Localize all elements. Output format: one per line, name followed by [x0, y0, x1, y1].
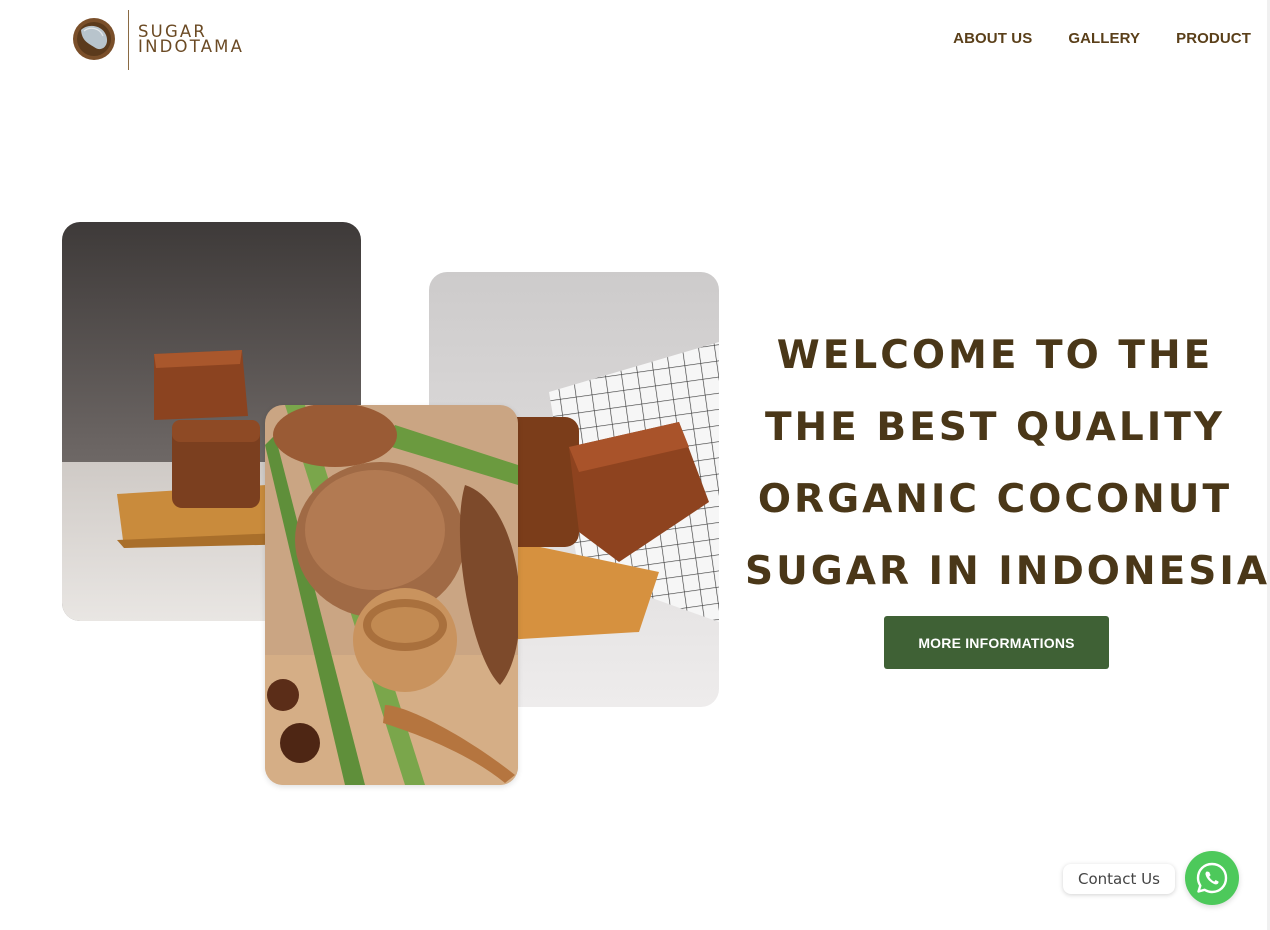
hero-line-4: SUGAR IN INDONESIA [745, 549, 1270, 594]
nav-gallery[interactable]: GALLERY [1068, 30, 1140, 47]
hero-heading: WELCOME TO THE THE BEST QUALITY ORGANIC … [745, 320, 1270, 608]
more-informations-button[interactable]: MORE INFORMATIONS [884, 616, 1109, 669]
brand-divider [128, 10, 129, 70]
brand-line-2: INDOTAMA [138, 37, 245, 56]
whatsapp-button[interactable] [1185, 851, 1239, 905]
main-nav: ABOUT US GALLERY PRODUCT [953, 30, 1251, 47]
nav-product[interactable]: PRODUCT [1176, 30, 1251, 47]
whatsapp-icon [1196, 862, 1228, 894]
hero-line-1: WELCOME TO THE [776, 333, 1214, 378]
hero-line-2: THE BEST QUALITY [764, 405, 1226, 450]
brand-logo[interactable]: SUGAR INDOTAMA [72, 10, 242, 70]
brand-wordmark: SUGAR INDOTAMA [138, 23, 245, 56]
contact-us-label[interactable]: Contact Us [1063, 864, 1175, 894]
nav-about-us[interactable]: ABOUT US [953, 30, 1032, 47]
hero-line-3: ORGANIC COCONUT [757, 477, 1233, 522]
coconut-half-icon [73, 18, 115, 60]
coconut-sugar-bowl-photo [265, 405, 518, 785]
